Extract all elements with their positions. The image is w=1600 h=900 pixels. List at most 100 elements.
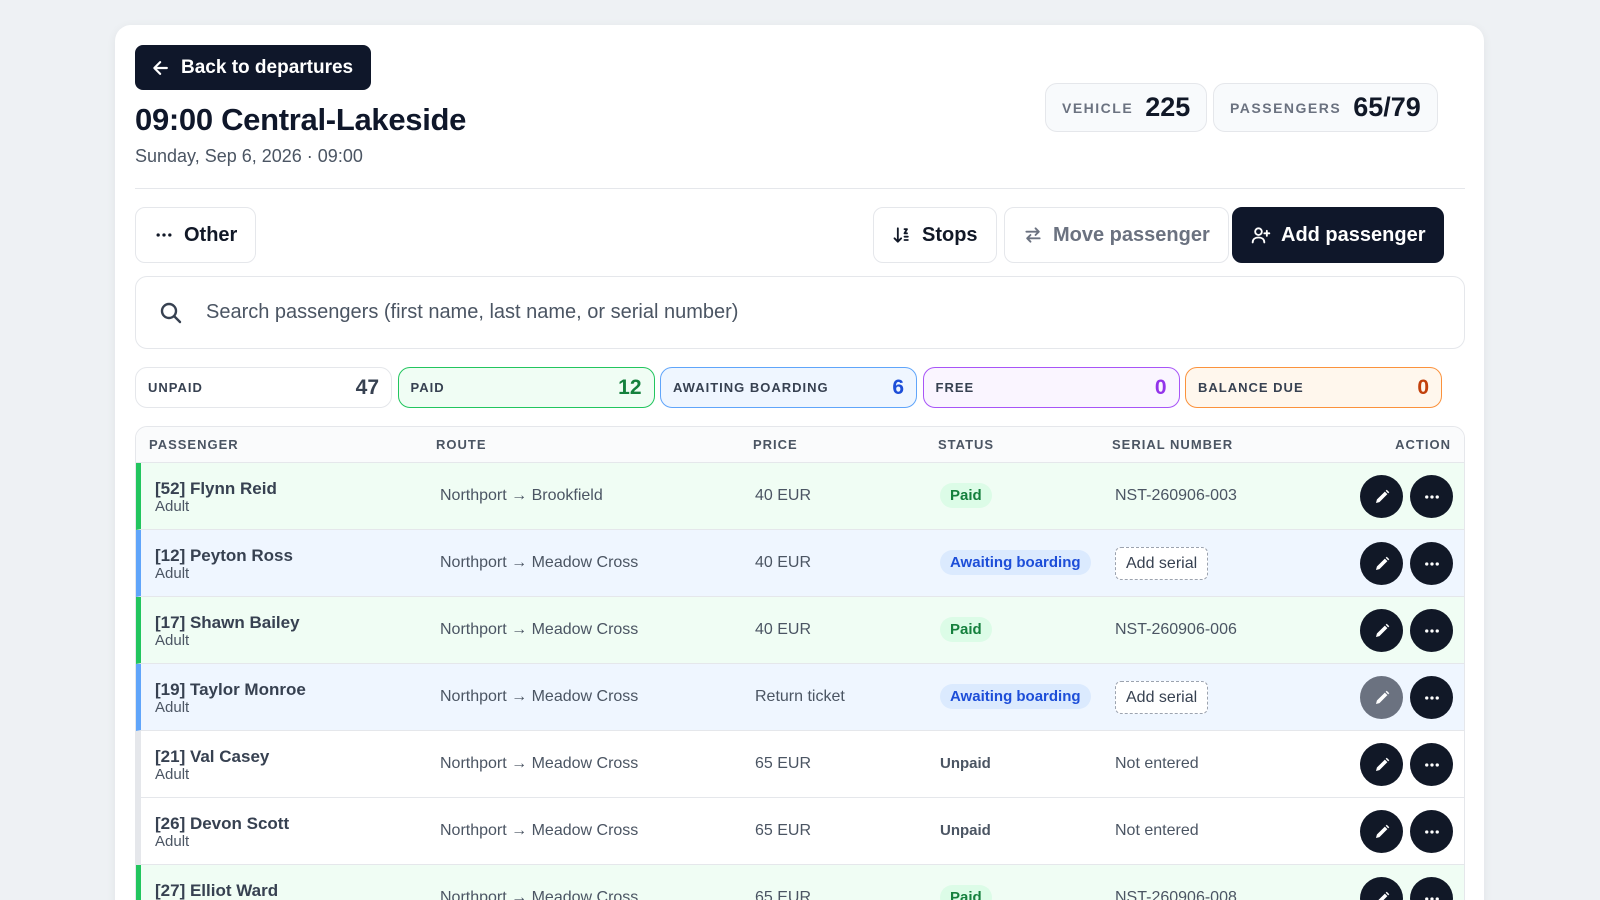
status-badge: Paid: [940, 885, 992, 900]
edit-passenger-button[interactable]: [1360, 810, 1403, 853]
summary-chip-balance-due[interactable]: BALANCE DUE 0: [1185, 367, 1442, 408]
passenger-price: 40 EUR: [755, 621, 812, 638]
table-row[interactable]: [21] Val Casey Adult Northport → Meadow …: [136, 731, 1464, 798]
passenger-name: [12] Peyton Ross: [155, 546, 293, 565]
edit-passenger-button[interactable]: [1360, 743, 1403, 786]
sort-stops-icon: [893, 227, 909, 243]
departure-card: Back to departures 09:00 Central-Lakesid…: [115, 25, 1484, 900]
summary-chip-paid[interactable]: PAID 12: [397, 367, 655, 408]
summary-chip-value: 47: [355, 375, 379, 399]
row-more-button[interactable]: [1410, 475, 1453, 518]
serial-number: Not entered: [1115, 755, 1199, 772]
passengers-label: PASSENGERS: [1230, 99, 1342, 116]
header-route: ROUTE: [436, 437, 487, 452]
pencil-icon: [1373, 823, 1391, 841]
row-more-button[interactable]: [1410, 877, 1453, 900]
edit-passenger-button[interactable]: [1360, 676, 1403, 719]
row-more-button[interactable]: [1410, 743, 1453, 786]
search-input[interactable]: [206, 277, 1464, 348]
status-badge: Unpaid: [940, 822, 991, 839]
summary-chip-value: 12: [618, 375, 642, 399]
summary-chip-awaiting-boarding[interactable]: AWAITING BOARDING 6: [660, 367, 917, 408]
summary-chip-label: BALANCE DUE: [1198, 380, 1304, 395]
add-passenger-button[interactable]: Add passenger: [1232, 207, 1445, 263]
status-badge: Awaiting boarding: [940, 550, 1091, 575]
edit-passenger-button[interactable]: [1360, 475, 1403, 518]
summary-chip-label: AWAITING BOARDING: [673, 380, 829, 395]
departure-date: Sunday, Sep 6, 2026 · 09:00: [135, 146, 363, 166]
status-cell: Paid: [940, 616, 992, 643]
passengers-stat: PASSENGERS 65/79: [1213, 83, 1438, 132]
header-action: ACTION: [1395, 437, 1451, 452]
passenger-type: Adult: [155, 833, 190, 850]
table-row[interactable]: [19] Taylor Monroe Adult Northport → Mea…: [136, 664, 1464, 731]
page-title: 09:00 Central-Lakeside: [135, 102, 467, 137]
more-horizontal-icon: [1423, 756, 1441, 774]
move-passenger-button[interactable]: Move passenger: [1004, 207, 1229, 263]
summary-chip-value: 0: [1154, 375, 1167, 399]
serial-number: Not entered: [1115, 822, 1199, 839]
header-price: PRICE: [753, 437, 798, 452]
table-row[interactable]: [17] Shawn Bailey Adult Northport → Mead…: [136, 597, 1464, 664]
passenger-type: Adult: [155, 565, 190, 582]
summary-chip-free[interactable]: FREE 0: [922, 367, 1180, 408]
table-row[interactable]: [27] Elliot Ward Adult Northport → Meado…: [136, 865, 1464, 900]
serial-number: NST-260906-003: [1115, 487, 1237, 504]
pencil-icon: [1373, 488, 1391, 506]
pencil-icon: [1373, 689, 1391, 707]
summary-chip-value: 6: [892, 375, 904, 399]
status-badge: Awaiting boarding: [940, 684, 1091, 709]
row-more-button[interactable]: [1410, 609, 1453, 652]
passenger-price: 65 EUR: [755, 822, 812, 839]
serial-number: NST-260906-008: [1115, 889, 1237, 900]
table-body: [52] Flynn Reid Adult Northport → Brookf…: [136, 463, 1464, 900]
serial-number: NST-260906-006: [1115, 621, 1237, 638]
other-button[interactable]: Other: [135, 207, 257, 263]
header-passenger: PASSENGER: [149, 437, 239, 452]
passenger-price: 65 EUR: [755, 889, 812, 900]
passenger-name: [26] Devon Scott: [155, 814, 290, 833]
table-row[interactable]: [12] Peyton Ross Adult Northport → Meado…: [136, 530, 1464, 597]
passenger-price: 40 EUR: [755, 487, 812, 504]
table-row[interactable]: [52] Flynn Reid Adult Northport → Brookf…: [136, 463, 1464, 530]
other-button-label: Other: [184, 223, 238, 246]
add-serial-button[interactable]: Add serial: [1115, 681, 1209, 714]
passenger-name: [19] Taylor Monroe: [155, 680, 306, 699]
passenger-route: Northport → Meadow Cross: [440, 822, 639, 839]
passenger-route: Northport → Meadow Cross: [440, 688, 639, 705]
header-status: STATUS: [938, 437, 995, 452]
status-badge: Paid: [940, 617, 992, 642]
search-icon: [136, 301, 206, 325]
add-serial-button[interactable]: Add serial: [1115, 547, 1209, 580]
pencil-icon: [1373, 890, 1391, 900]
stops-button[interactable]: Stops: [873, 207, 997, 263]
user-plus-icon: [1251, 227, 1271, 244]
row-more-button[interactable]: [1410, 676, 1453, 719]
row-more-button[interactable]: [1410, 542, 1453, 585]
summary-chip-unpaid[interactable]: UNPAID 47: [135, 367, 392, 408]
add-passenger-label: Add passenger: [1281, 223, 1426, 246]
summary-chip-label: PAID: [410, 380, 445, 395]
summary-chip-label: FREE: [935, 380, 975, 395]
passenger-type: Adult: [155, 632, 190, 649]
passenger-type: Adult: [155, 699, 190, 716]
vehicle-value: 225: [1145, 92, 1191, 122]
edit-passenger-button[interactable]: [1360, 542, 1403, 585]
more-horizontal-icon: [156, 233, 172, 237]
more-horizontal-icon: [1423, 622, 1441, 640]
table-row[interactable]: [26] Devon Scott Adult Northport → Meado…: [136, 798, 1464, 865]
more-horizontal-icon: [1423, 689, 1441, 707]
passenger-price: Return ticket: [755, 688, 845, 705]
status-cell: Unpaid: [940, 817, 1001, 844]
row-more-button[interactable]: [1410, 810, 1453, 853]
pencil-icon: [1373, 756, 1391, 774]
passenger-type: Adult: [155, 766, 190, 783]
pencil-icon: [1373, 555, 1391, 573]
edit-passenger-button[interactable]: [1360, 609, 1403, 652]
status-badge: Paid: [940, 483, 992, 508]
back-to-departures-button[interactable]: Back to departures: [135, 45, 372, 90]
passenger-route: Northport → Meadow Cross: [440, 554, 639, 571]
edit-passenger-button[interactable]: [1360, 877, 1403, 900]
passenger-type: Adult: [155, 498, 190, 515]
passenger-route: Northport → Brookfield: [440, 487, 603, 504]
